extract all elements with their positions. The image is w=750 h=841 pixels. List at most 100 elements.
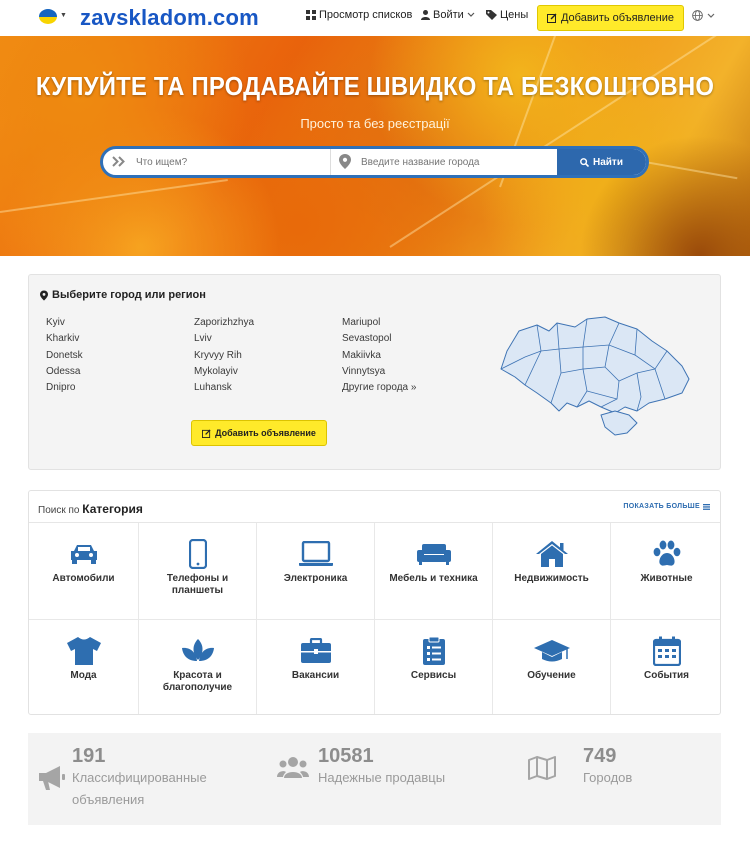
category-label: Сервисы <box>410 670 457 681</box>
category-cars[interactable]: Автомобили <box>29 523 139 620</box>
grid-icon <box>306 10 316 20</box>
city-link[interactable]: Vinnytsya <box>342 366 385 377</box>
top-header: ▼ zavskladom.com Просмотр списков Войти … <box>0 0 750 36</box>
category-jobs[interactable]: Вакансии <box>257 620 375 714</box>
other-cities-link[interactable]: Другие города » <box>342 382 416 393</box>
laptop-icon <box>298 541 333 566</box>
lotus-icon <box>181 639 214 661</box>
category-real-estate[interactable]: Недвижимость <box>493 523 611 620</box>
category-services[interactable]: Сервисы <box>375 620 493 714</box>
city-link[interactable]: Kharkiv <box>46 333 79 344</box>
add-listing-button-secondary[interactable]: Добавить объявление <box>191 420 327 446</box>
phone-icon <box>188 539 207 569</box>
city-panel-heading: Выберите город или регион <box>40 289 206 301</box>
bullhorn-icon <box>39 766 65 790</box>
stats-bar: 191 Классифицированные объявления 10581 … <box>28 733 721 825</box>
city-link[interactable]: Dnipro <box>46 382 75 393</box>
category-animals[interactable]: Животные <box>611 523 720 620</box>
leaf-vein-decoration <box>0 178 228 213</box>
add-listing-button[interactable]: Добавить объявление <box>537 5 684 31</box>
search-where-field <box>331 149 557 175</box>
category-electronics[interactable]: Электроника <box>257 523 375 620</box>
city-link[interactable]: Kyiv <box>46 317 65 328</box>
category-label: Телефоны и планшеты <box>166 573 229 596</box>
search-bar: Найти <box>100 146 649 178</box>
city-link[interactable]: Lviv <box>194 333 212 344</box>
menu-icon <box>703 503 710 510</box>
category-furniture[interactable]: Мебель и техника <box>375 523 493 620</box>
category-label: Вакансии <box>291 670 340 681</box>
category-label: Мебель и техника <box>389 573 478 584</box>
nav-login[interactable]: Войти <box>421 9 475 21</box>
category-label: Автомобили <box>52 573 115 584</box>
show-more-link[interactable]: ПОКАЗАТЬ БОЛЬШЕ <box>623 503 710 510</box>
category-label: Животные <box>640 573 693 584</box>
clipboard-icon <box>422 636 445 665</box>
tag-icon <box>486 10 497 20</box>
add-listing-label: Добавить объявление <box>560 12 675 24</box>
category-phones[interactable]: Телефоны и планшеты <box>139 523 257 620</box>
category-label: Красота и благополучие <box>162 670 233 693</box>
stat-ads-count: 191 <box>72 745 106 767</box>
stat-cities-count: 749 <box>583 745 617 767</box>
stat-sellers-label: Надежные продавцы <box>318 770 446 785</box>
category-education[interactable]: Обучение <box>493 620 611 714</box>
city-region-panel: Выберите город или регион Kyiv Kharkiv D… <box>28 274 721 470</box>
nav-prices-label: Цены <box>500 9 529 21</box>
category-label: События <box>644 670 689 681</box>
double-chevron-right-icon <box>112 156 125 167</box>
ukraine-flag-icon[interactable] <box>39 9 57 24</box>
map-region <box>500 316 690 414</box>
language-caret-icon[interactable]: ▼ <box>60 12 67 19</box>
city-link[interactable]: Odessa <box>46 366 80 377</box>
category-beauty[interactable]: Красота и благополучие <box>139 620 257 714</box>
city-link[interactable]: Donetsk <box>46 350 83 361</box>
ukraine-map[interactable] <box>497 311 692 436</box>
site-logo[interactable]: zavskladom.com <box>80 5 259 31</box>
edit-icon <box>546 13 557 23</box>
map-crimea <box>600 410 638 436</box>
nav-login-label: Войти <box>433 9 464 21</box>
categories-heading: Поиск по Категория <box>38 502 143 516</box>
house-icon <box>535 541 568 567</box>
map-marker-icon <box>40 290 48 300</box>
map-icon <box>528 756 556 780</box>
hero-subtitle: Просто та без реєстрації <box>300 116 450 131</box>
nav-listings[interactable]: Просмотр списков <box>306 9 412 21</box>
chevron-down-icon <box>707 13 715 18</box>
tshirt-icon <box>66 637 101 665</box>
edit-icon <box>202 428 211 438</box>
city-input[interactable] <box>331 149 557 175</box>
category-label: Мода <box>70 670 97 681</box>
language-selector[interactable] <box>692 10 715 21</box>
nav-listings-label: Просмотр списков <box>319 9 413 21</box>
nav-prices[interactable]: Цены <box>486 9 528 21</box>
city-link[interactable]: Kryvyy Rih <box>194 350 242 361</box>
map-pin-icon <box>339 154 351 169</box>
categories-prefix: Поиск по <box>38 505 80 516</box>
user-icon <box>421 10 430 20</box>
city-link[interactable]: Mykolayiv <box>194 366 238 377</box>
stat-sellers-count: 10581 <box>318 745 374 767</box>
search-what-field <box>103 149 331 175</box>
city-link[interactable]: Makiivka <box>342 350 381 361</box>
users-icon <box>277 757 309 778</box>
briefcase-icon <box>300 638 331 663</box>
category-fashion[interactable]: Мода <box>29 620 139 714</box>
search-button[interactable]: Найти <box>557 149 646 175</box>
category-events[interactable]: События <box>611 620 720 714</box>
city-link[interactable]: Sevastopol <box>342 333 391 344</box>
city-link[interactable]: Zaporizhzhya <box>194 317 254 328</box>
paw-icon <box>653 540 680 566</box>
car-icon <box>70 545 97 564</box>
globe-icon <box>692 10 703 21</box>
stat-cities-label: Городов <box>583 770 633 785</box>
city-link[interactable]: Luhansk <box>194 382 232 393</box>
stat-ads-label: Классифицированные объявления <box>72 770 207 807</box>
category-label: Обучение <box>527 670 576 681</box>
category-label: Недвижимость <box>514 573 589 584</box>
city-link[interactable]: Mariupol <box>342 317 380 328</box>
categories-grid: Автомобили Телефоны и планшеты Электрони… <box>29 522 720 714</box>
search-button-label: Найти <box>593 156 623 168</box>
search-input[interactable] <box>103 149 330 175</box>
